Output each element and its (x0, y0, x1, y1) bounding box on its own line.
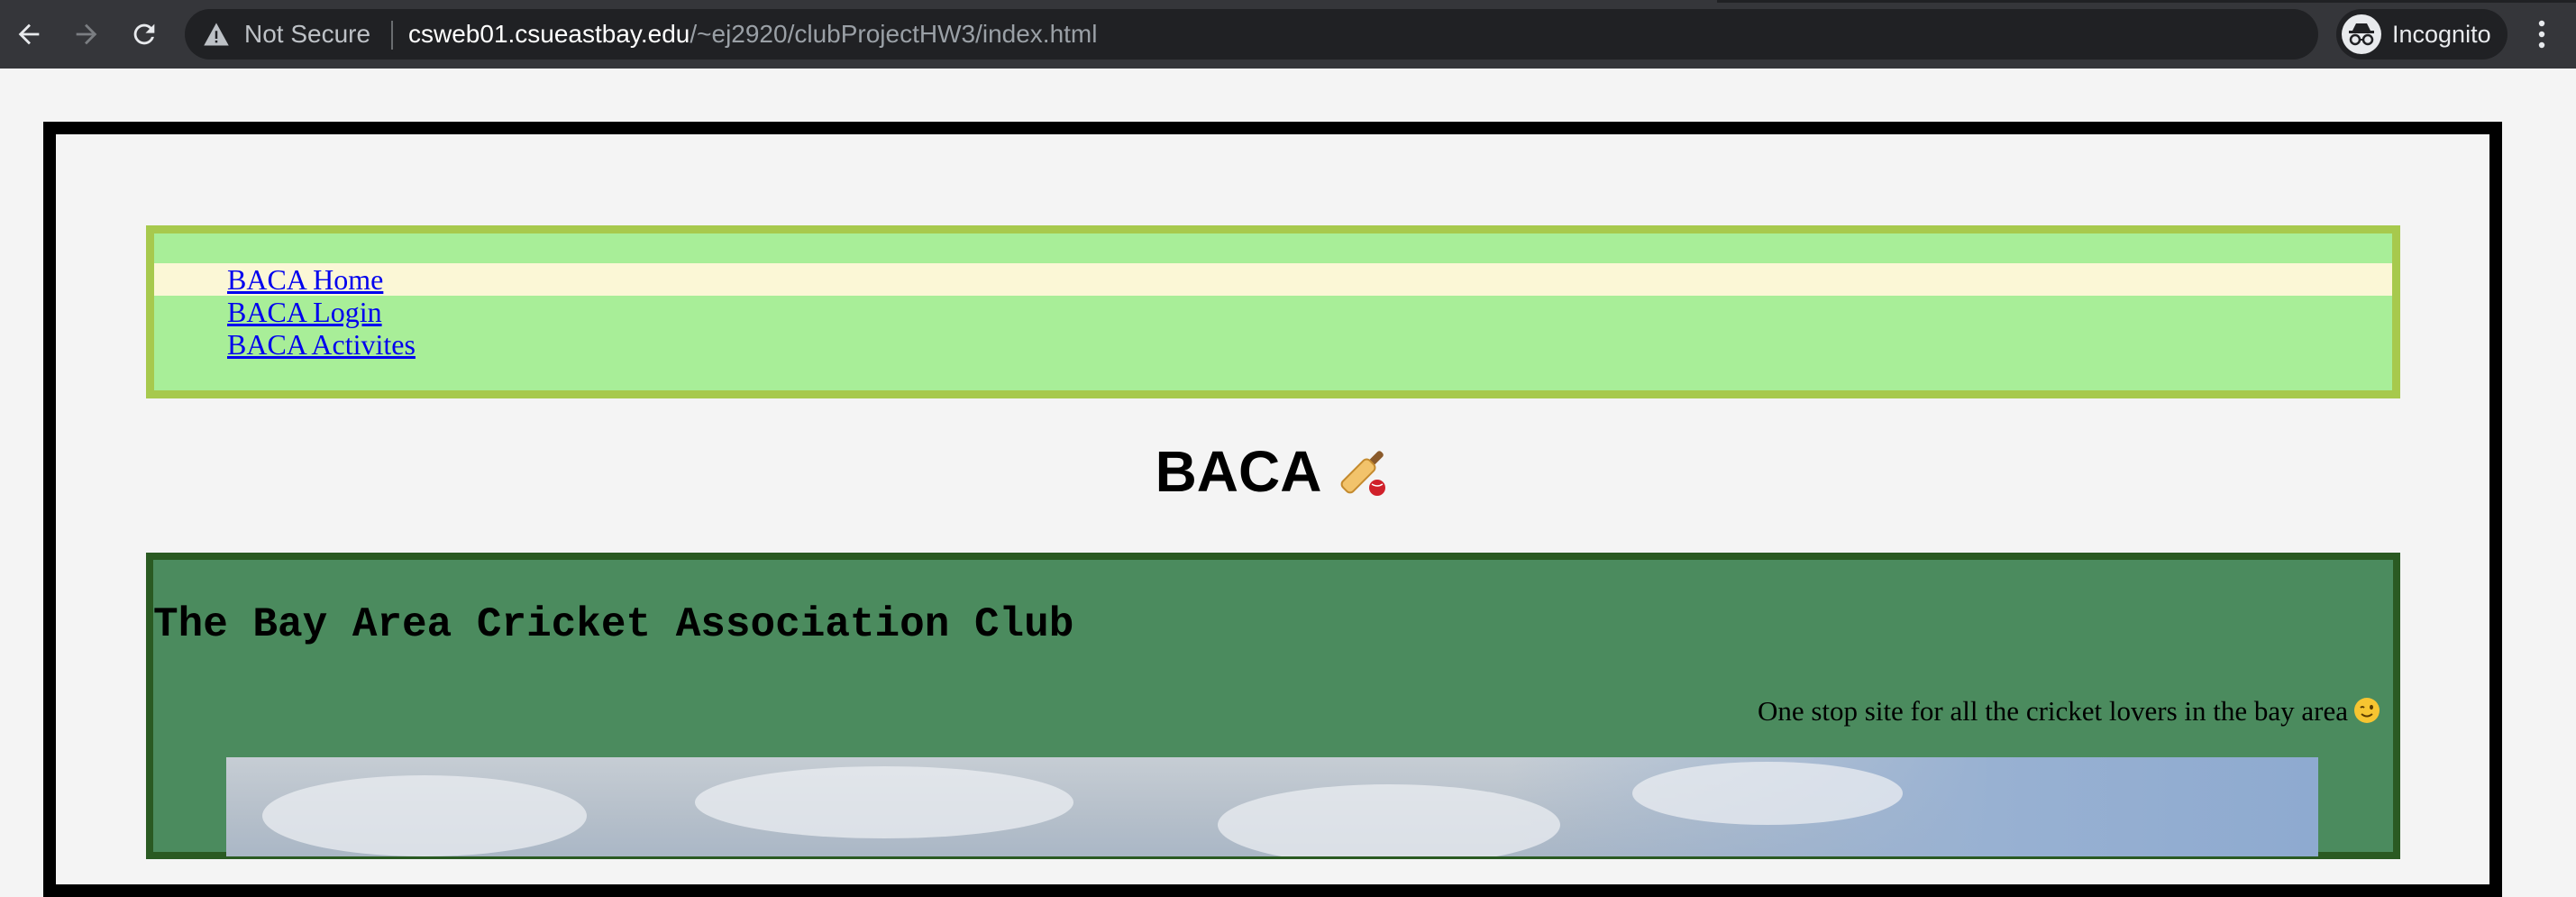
back-arrow-icon (18, 23, 40, 45)
nav-list: BACA Home BACA Login BACA Activites (154, 263, 2392, 361)
forward-arrow-icon (76, 23, 97, 45)
browser-toolbar: Not Secure csweb01.csueastbay.edu/~ej292… (0, 0, 2576, 69)
photo-cloud (1218, 784, 1560, 856)
winking-face-icon (2354, 698, 2380, 723)
url-host: csweb01.csueastbay.edu (408, 20, 690, 48)
brand-title: BACA (1155, 439, 1322, 504)
tab-strip-edge (1717, 0, 2576, 3)
site-brand: BACA (0, 438, 2547, 505)
reload-button[interactable] (126, 16, 162, 52)
hero-section: The Bay Area Cricket Association Club On… (146, 553, 2400, 859)
club-title: The Bay Area Cricket Association Club (153, 601, 1074, 648)
warning-icon (204, 23, 229, 46)
forward-button[interactable] (69, 16, 105, 52)
tagline: One stop site for all the cricket lovers… (1758, 695, 2380, 728)
security-status-label[interactable]: Not Secure (244, 20, 370, 49)
cricket-bat-icon (1341, 451, 1386, 496)
photo-cloud (262, 775, 587, 856)
photo-sky (1507, 757, 2318, 856)
incognito-label: Incognito (2392, 21, 2491, 48)
nav-link-login[interactable]: BACA Login (227, 296, 382, 328)
nav-link-home[interactable]: BACA Home (227, 263, 383, 296)
photo-cloud (695, 766, 1073, 838)
address-bar[interactable]: Not Secure csweb01.csueastbay.edu/~ej292… (185, 9, 2485, 59)
url-path: /~ej2920/clubProjectHW3/index.html (690, 20, 1098, 48)
photo-cloud (1632, 762, 1903, 825)
nav-item-home: BACA Home (154, 263, 2392, 296)
nav-item-login: BACA Login (154, 296, 2392, 328)
cricket-ground-photo (226, 757, 2318, 856)
url-text[interactable]: csweb01.csueastbay.edu/~ej2920/clubProje… (408, 20, 1097, 49)
incognito-icon (2342, 14, 2381, 54)
incognito-profile-button[interactable]: Incognito (2336, 9, 2507, 59)
address-separator (391, 21, 393, 50)
more-options-icon[interactable] (2533, 18, 2551, 50)
tagline-text: One stop site for all the cricket lovers… (1757, 695, 2348, 727)
nav-link-activities[interactable]: BACA Activites (227, 328, 416, 361)
back-button[interactable] (11, 16, 47, 52)
site-nav: BACA Home BACA Login BACA Activites (146, 225, 2400, 398)
reload-icon (133, 23, 155, 45)
nav-item-activities: BACA Activites (154, 328, 2392, 361)
